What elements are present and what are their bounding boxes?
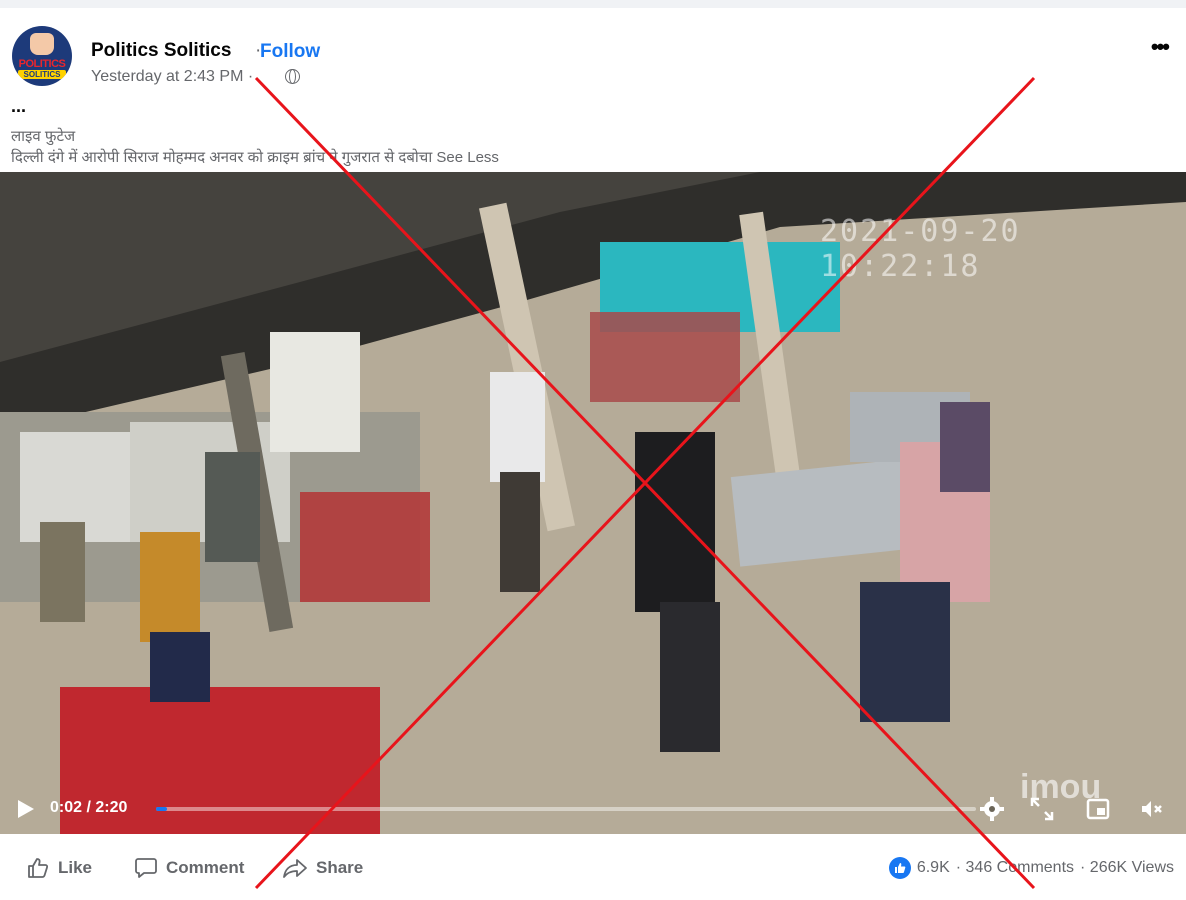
video-player[interactable]: 2021-09-20 10:22:18 imou 0:02 / 2:20: [0, 172, 1186, 834]
post-stats: 6.9K · 346 Comments · 266K Views: [888, 848, 1174, 888]
play-icon[interactable]: [18, 800, 34, 818]
fist-icon: [30, 33, 54, 55]
view-count: · 266K Views: [1080, 859, 1174, 876]
follow-button[interactable]: Follow: [260, 41, 320, 63]
video-time-readout: 0:02 / 2:20: [50, 799, 128, 816]
post-text-ellipsis: ...: [11, 96, 27, 116]
video-progress-bar[interactable]: [156, 807, 976, 811]
globe-icon: [285, 69, 300, 84]
comment-bubble-icon: [135, 858, 157, 878]
comment-button[interactable]: Comment: [134, 848, 244, 888]
camera-timestamp: 2021-09-20 10:22:18: [820, 214, 1021, 284]
reaction-count[interactable]: 6.9K: [917, 859, 950, 877]
share-label: Share: [316, 858, 364, 877]
avatar-logo-subtext: SOLITICS: [18, 70, 66, 79]
video-controls: 0:02 / 2:20: [0, 784, 1186, 834]
avatar-logo-text: POLITICS: [18, 58, 66, 70]
like-button[interactable]: Like: [26, 848, 92, 888]
share-arrow-icon: [283, 859, 307, 878]
muted-volume-icon[interactable]: [1140, 797, 1164, 821]
post-caption-line2: दिल्ली दंगे में आरोपी सिराज मोहम्मद अनवर…: [11, 147, 499, 167]
fullscreen-icon[interactable]: [1030, 797, 1054, 821]
settings-gear-icon[interactable]: [980, 797, 1004, 821]
post-caption-text: दिल्ली दंगे में आरोपी सिराज मोहम्मद अनवर…: [11, 149, 433, 166]
share-button[interactable]: Share: [282, 848, 363, 888]
more-options-icon[interactable]: •••: [1151, 34, 1170, 60]
see-less-link[interactable]: See Less: [436, 149, 499, 166]
thumbs-up-icon: [28, 858, 49, 878]
page-avatar[interactable]: POLITICS SOLITICS: [12, 26, 72, 86]
comment-label: Comment: [166, 858, 245, 877]
picture-in-picture-icon[interactable]: [1086, 797, 1110, 821]
post-timestamp[interactable]: Yesterday at 2:43 PM ·: [91, 68, 253, 86]
page-name-link[interactable]: Politics Solitics: [91, 40, 231, 62]
comment-count[interactable]: · 346 Comments: [956, 859, 1074, 877]
video-progress-fill: [156, 807, 168, 811]
like-reaction-icon: [888, 857, 911, 879]
like-label: Like: [58, 858, 93, 877]
post-header: POLITICS SOLITICS Politics Solitics · Fo…: [12, 26, 1174, 90]
post-caption-line1: लाइव फुटेज: [11, 128, 76, 145]
